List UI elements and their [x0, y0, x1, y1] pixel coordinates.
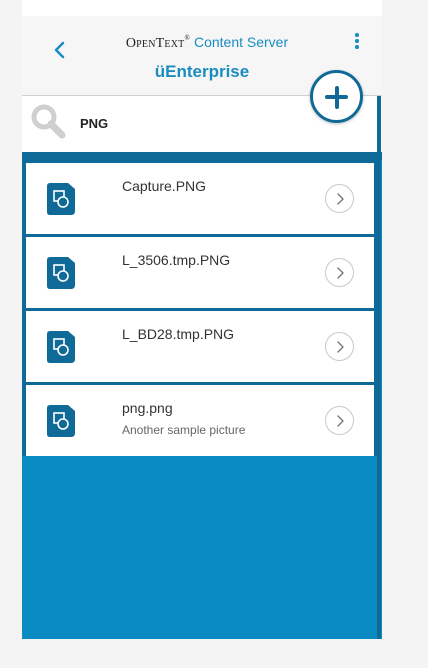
list-item[interactable]: Capture.PNG: [22, 160, 378, 234]
image-file-icon: [47, 183, 75, 215]
image-file-icon: [47, 331, 75, 363]
list-item[interactable]: L_3506.tmp.PNG: [22, 234, 378, 308]
image-file-icon: [47, 405, 75, 437]
more-options-button[interactable]: [350, 33, 364, 51]
list-item[interactable]: png.png Another sample picture: [22, 382, 378, 456]
search-icon: [31, 104, 66, 139]
open-item-button[interactable]: [325, 258, 354, 287]
chevron-right-icon: [337, 193, 344, 205]
open-item-button[interactable]: [325, 406, 354, 435]
item-name: L_3506.tmp.PNG: [122, 252, 231, 268]
list-divider: [22, 152, 382, 160]
open-item-button[interactable]: [325, 184, 354, 213]
more-vertical-icon: [350, 33, 364, 49]
chevron-right-icon: [337, 341, 344, 353]
app-screen: OpenText®Content Server üEnterprise Capt…: [22, 0, 382, 639]
chevron-right-icon: [337, 267, 344, 279]
open-item-button[interactable]: [325, 332, 354, 361]
item-description: Another sample picture: [122, 423, 246, 437]
brand-logo: OpenText®: [125, 34, 190, 51]
product-name: Content Server: [193, 34, 289, 50]
item-name: L_BD28.tmp.PNG: [122, 326, 235, 342]
status-strip: [22, 0, 382, 16]
brand-line: OpenText® Content Server: [22, 34, 382, 52]
search-input[interactable]: [78, 112, 282, 134]
item-name: png.png: [122, 400, 173, 416]
add-button[interactable]: [310, 70, 363, 123]
item-name: Capture.PNG: [122, 178, 207, 194]
chevron-right-icon: [337, 415, 344, 427]
list-item[interactable]: L_BD28.tmp.PNG: [22, 308, 378, 382]
image-file-icon: [47, 257, 75, 289]
